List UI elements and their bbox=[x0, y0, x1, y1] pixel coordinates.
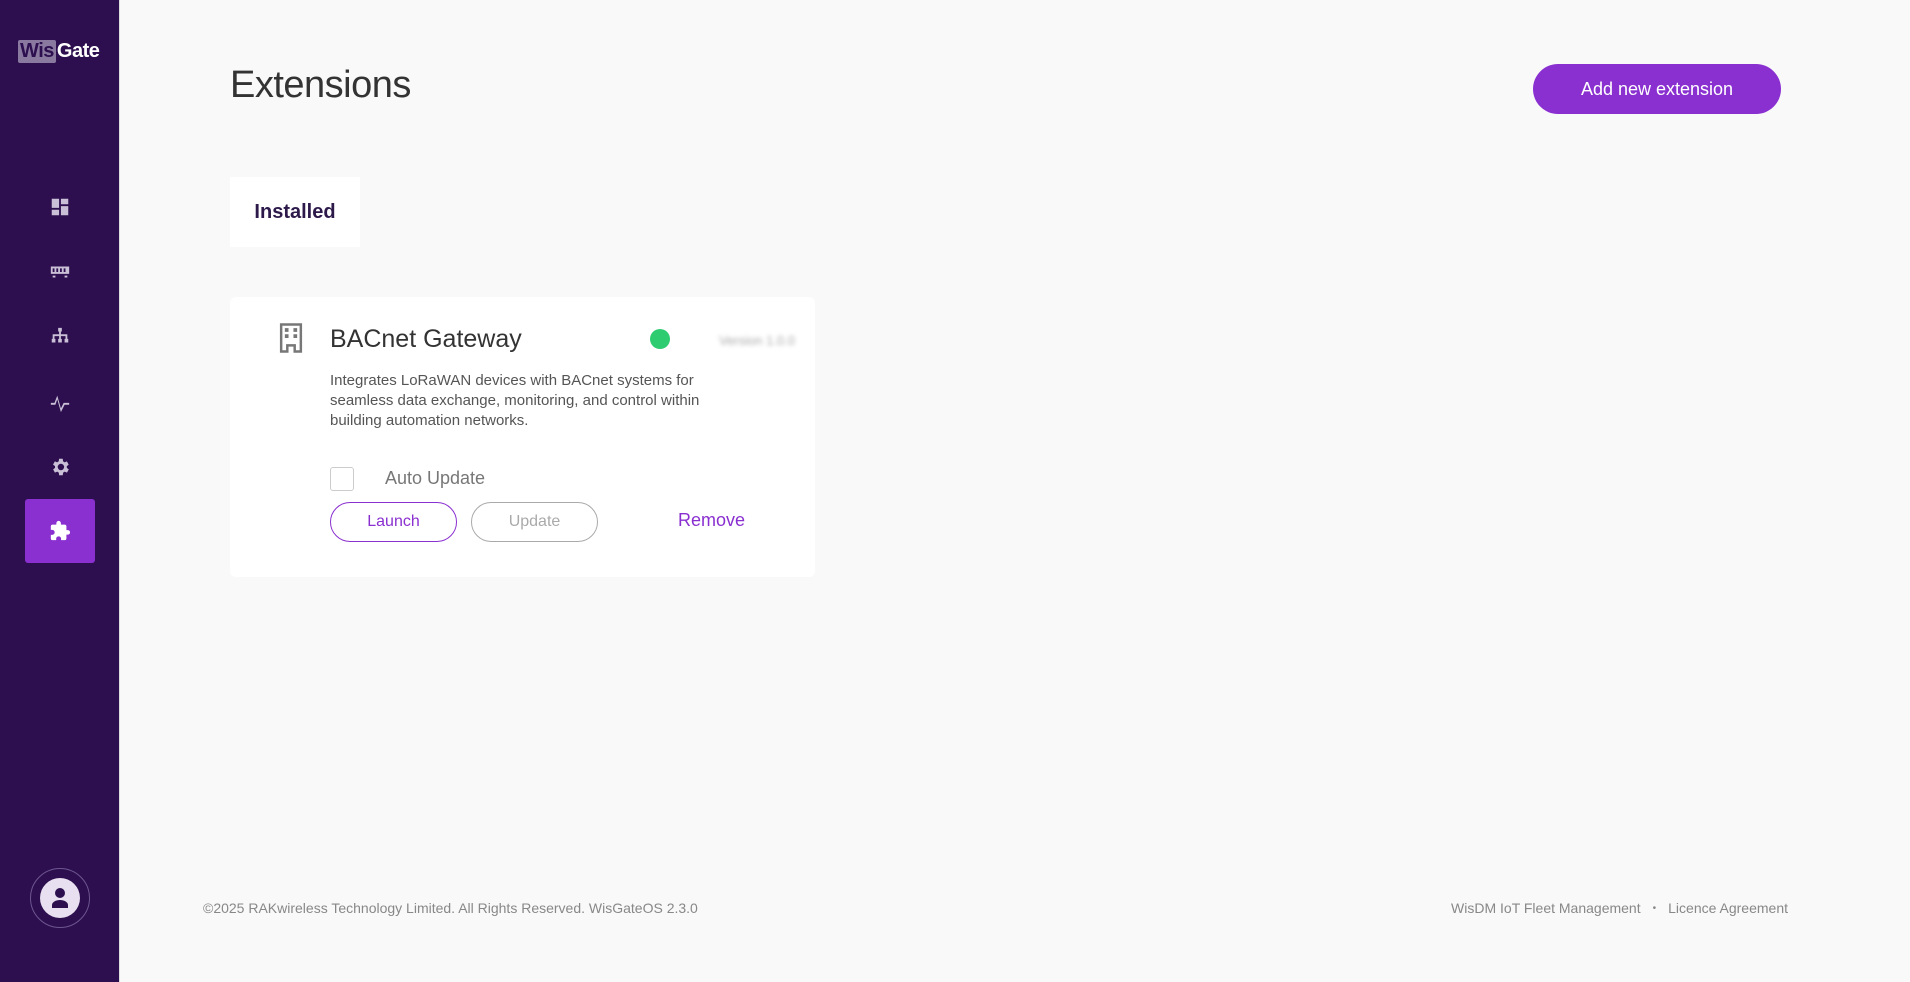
wisdm-link[interactable]: WisDM IoT Fleet Management bbox=[1451, 900, 1641, 916]
main-content: Extensions Add new extension Installed B… bbox=[120, 0, 1910, 982]
logo-wis: Wis bbox=[18, 40, 56, 63]
dashboard-icon bbox=[51, 198, 69, 216]
auto-update-checkbox[interactable] bbox=[330, 467, 354, 491]
activity-icon bbox=[50, 395, 70, 413]
sidebar-item-extensions[interactable] bbox=[25, 499, 95, 563]
sidebar-item-activity[interactable] bbox=[25, 370, 95, 434]
sidebar-item-dashboard[interactable] bbox=[25, 175, 95, 239]
gear-icon bbox=[53, 458, 69, 476]
sidebar: Wis Gate bbox=[0, 0, 120, 982]
user-icon bbox=[52, 888, 68, 908]
gateway-icon bbox=[50, 266, 70, 278]
extension-version: Version 1.0.0 bbox=[719, 333, 795, 348]
sidebar-item-settings[interactable] bbox=[25, 435, 95, 499]
extension-card: BACnet Gateway Version 1.0.0 Integrates … bbox=[230, 297, 815, 577]
network-icon bbox=[51, 327, 69, 343]
logo-gate: Gate bbox=[56, 40, 100, 62]
sidebar-item-gateway[interactable] bbox=[25, 240, 95, 304]
auto-update-label: Auto Update bbox=[385, 468, 486, 488]
wisgate-logo[interactable]: Wis Gate bbox=[18, 40, 100, 63]
update-button[interactable]: Update bbox=[471, 502, 598, 542]
footer-copyright: ©2025 RAKwireless Technology Limited. Al… bbox=[203, 900, 698, 916]
licence-agreement-link[interactable]: Licence Agreement bbox=[1668, 900, 1788, 916]
avatar bbox=[40, 878, 80, 918]
launch-button[interactable]: Launch bbox=[330, 502, 457, 542]
extension-name: BACnet Gateway bbox=[330, 325, 522, 353]
profile-button[interactable] bbox=[30, 868, 90, 928]
extension-description: Integrates LoRaWAN devices with BACnet s… bbox=[330, 372, 700, 429]
add-new-extension-button[interactable]: Add new extension bbox=[1533, 64, 1781, 114]
building-icon bbox=[276, 322, 306, 354]
tab-installed[interactable]: Installed bbox=[230, 177, 360, 247]
footer-links: WisDM IoT Fleet Management • Licence Agr… bbox=[1451, 900, 1788, 916]
footer-separator: • bbox=[1652, 902, 1657, 914]
page-title: Extensions bbox=[230, 64, 411, 106]
status-indicator bbox=[650, 329, 670, 349]
puzzle-icon bbox=[50, 520, 71, 541]
sidebar-item-network[interactable] bbox=[25, 305, 95, 369]
remove-link[interactable]: Remove bbox=[678, 510, 745, 531]
